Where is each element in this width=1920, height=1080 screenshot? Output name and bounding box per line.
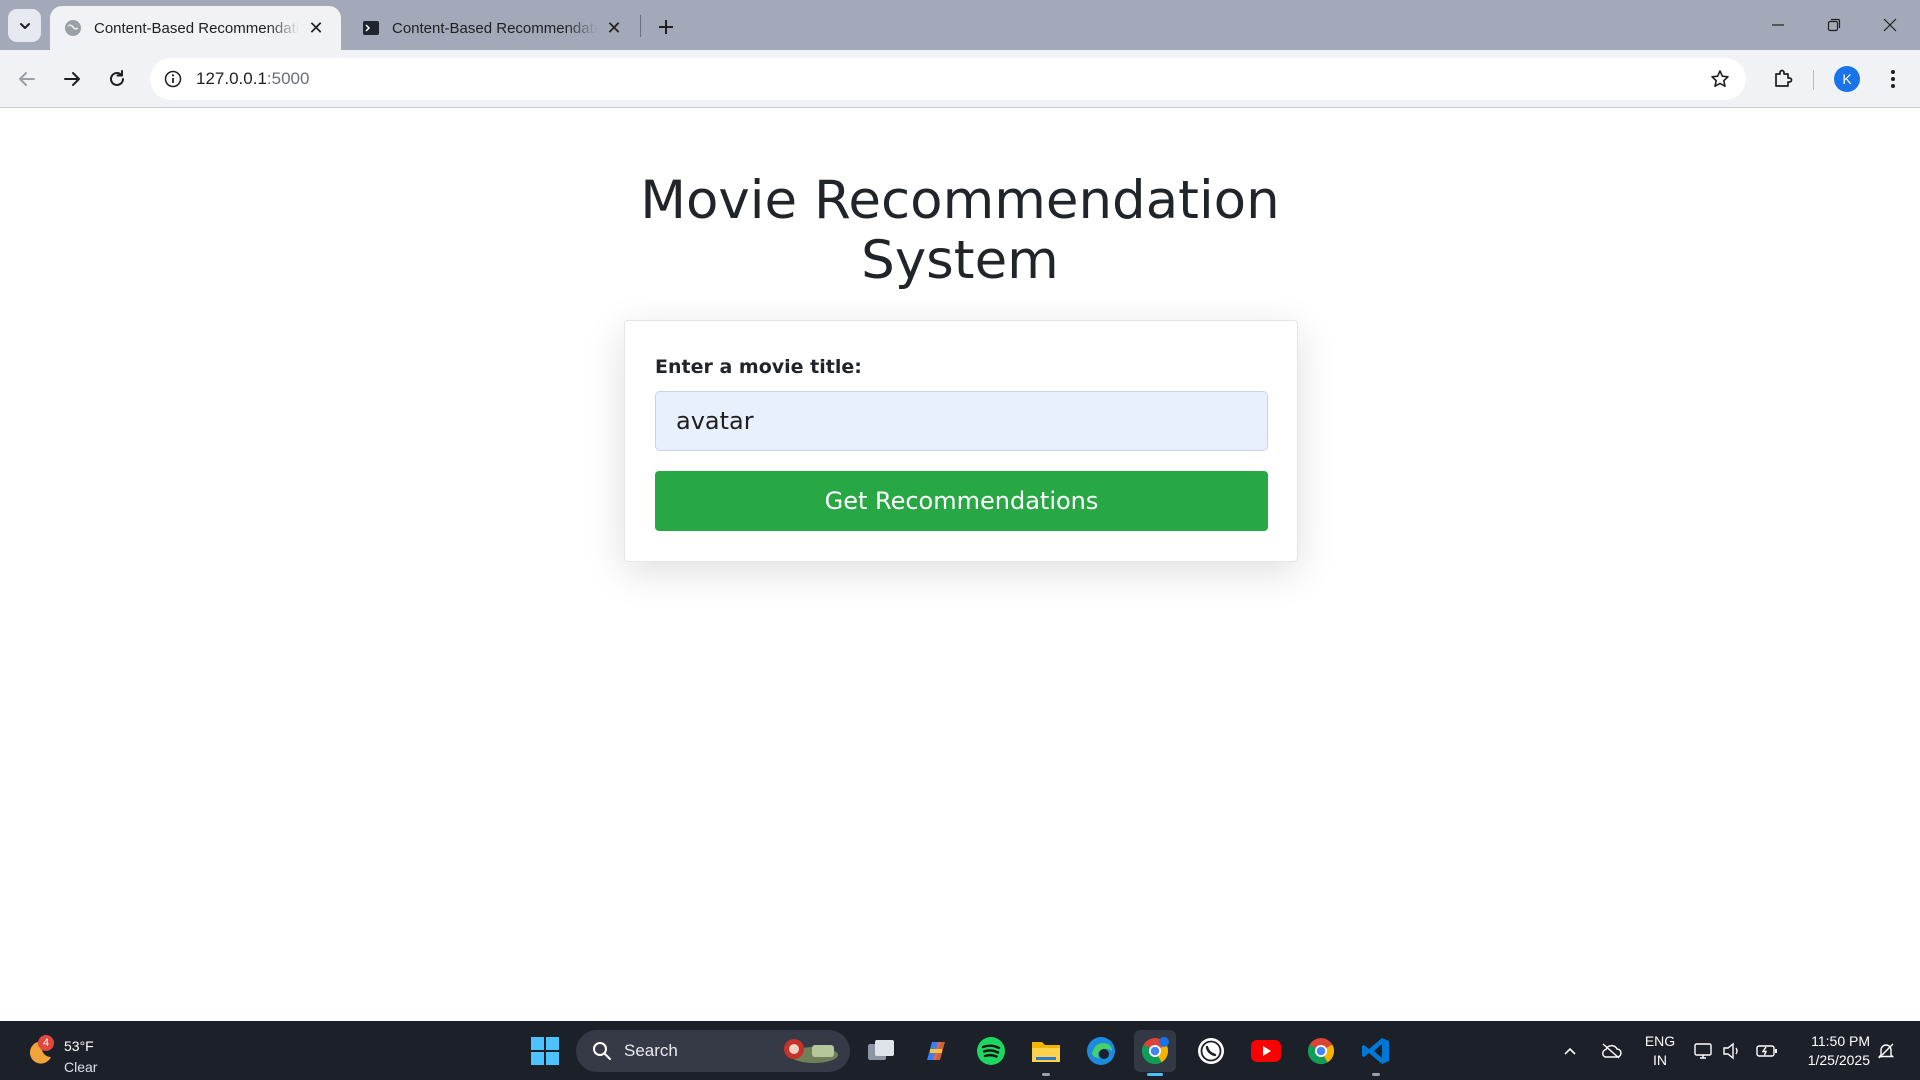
get-recommendations-button[interactable]: Get Recommendations	[655, 471, 1268, 531]
system-clock[interactable]: 11:50 PM 1/25/2025	[1790, 1032, 1870, 1070]
search-label: Search	[624, 1041, 678, 1060]
more-vertical-icon	[1891, 70, 1895, 88]
windows-taskbar: 4 53°F Clear Search ENG IN 11:50 PM 1/25…	[0, 1021, 1920, 1080]
network-icon[interactable]	[1692, 1030, 1716, 1072]
tab-close-icon[interactable]: ✕	[603, 17, 625, 39]
reload-button[interactable]	[100, 62, 134, 96]
browser-tab-strip: Content-Based Recommendation System ✕ Co…	[0, 0, 1920, 50]
close-window-button[interactable]	[1862, 0, 1918, 50]
browser-menu-button[interactable]	[1876, 62, 1910, 96]
chevron-down-icon	[19, 22, 30, 29]
profile-avatar[interactable]: K	[1834, 66, 1860, 92]
tab-search-button[interactable]	[8, 9, 41, 42]
globe-icon	[64, 19, 82, 37]
running-indicator	[1372, 1073, 1380, 1076]
tab-title: Content-Based Recommendation System	[94, 19, 299, 37]
back-button[interactable]	[10, 62, 44, 96]
new-tab-button[interactable]	[652, 13, 680, 41]
recommendation-form-card: Enter a movie title: Get Recommendations	[624, 320, 1298, 562]
chevron-up-icon	[1564, 1047, 1576, 1055]
minimize-icon	[1772, 24, 1784, 26]
weather-badge: 4	[38, 1035, 54, 1051]
show-hidden-icons-button[interactable]	[1558, 1030, 1582, 1072]
windows-start-icon[interactable]	[524, 1030, 566, 1072]
language-region: IN	[1653, 1052, 1667, 1068]
file-explorer-icon[interactable]	[1025, 1030, 1067, 1076]
vscode-icon[interactable]	[1355, 1030, 1397, 1076]
chrome-profile-icon[interactable]	[1134, 1030, 1176, 1076]
address-host: 127.0.0.1	[196, 69, 267, 88]
edge-icon[interactable]	[1080, 1030, 1122, 1072]
terminal-icon	[362, 19, 380, 37]
clock-date: 1/25/2025	[1807, 1052, 1870, 1068]
input-language-indicator[interactable]: ENG IN	[1642, 1032, 1678, 1070]
site-info-icon[interactable]	[160, 66, 186, 92]
minimize-button[interactable]	[1750, 0, 1806, 50]
taskbar-search[interactable]: Search	[576, 1030, 850, 1072]
task-view-icon[interactable]	[860, 1030, 902, 1072]
volume-icon[interactable]	[1720, 1030, 1744, 1072]
tab-active[interactable]: Content-Based Recommendation System ✕	[50, 6, 341, 50]
onedrive-offline-icon[interactable]	[1598, 1030, 1624, 1072]
tab-close-icon[interactable]: ✕	[305, 17, 327, 39]
weather-temperature: 53°F	[64, 1038, 94, 1054]
youtube-icon[interactable]	[1245, 1030, 1287, 1072]
reload-icon	[110, 70, 124, 86]
address-url: 127.0.0.1:5000	[196, 69, 309, 89]
browser-toolbar: 127.0.0.1:5000 K	[0, 50, 1920, 108]
search-icon	[593, 1042, 611, 1060]
close-icon	[1883, 18, 1897, 32]
restore-button[interactable]	[1806, 0, 1862, 50]
spotify-icon[interactable]	[970, 1030, 1012, 1072]
weather-condition: Clear	[64, 1059, 98, 1075]
whatsapp-icon[interactable]	[1190, 1030, 1232, 1072]
tab-inactive[interactable]: Content-Based Recommendation System ✕	[348, 6, 639, 50]
tab-title: Content-Based Recommendation System	[392, 19, 597, 37]
search-highlight-icon	[784, 1039, 838, 1063]
arrow-right-icon	[64, 72, 80, 86]
weather-widget[interactable]: 4 53°F Clear	[22, 1029, 142, 1075]
notifications-icon[interactable]	[1874, 1030, 1898, 1072]
page-title: Movie Recommendation System	[640, 170, 1280, 291]
arrow-left-icon	[19, 72, 35, 86]
extensions-button[interactable]	[1766, 62, 1800, 96]
battery-icon[interactable]	[1754, 1030, 1780, 1072]
address-port: :5000	[266, 69, 310, 88]
running-indicator	[1147, 1073, 1163, 1076]
toolbar-separator	[1813, 70, 1814, 90]
puzzle-piece-icon	[1775, 69, 1793, 87]
plus-icon	[659, 20, 673, 34]
bookmark-star-icon[interactable]	[1708, 67, 1732, 91]
tab-separator	[640, 15, 641, 37]
movie-title-label: Enter a movie title:	[655, 356, 862, 378]
running-indicator	[1042, 1073, 1050, 1076]
address-bar[interactable]: 127.0.0.1:5000	[150, 58, 1746, 100]
forward-button[interactable]	[55, 62, 89, 96]
language-code: ENG	[1644, 1033, 1676, 1049]
restore-icon	[1827, 18, 1841, 32]
movie-title-input[interactable]	[655, 391, 1268, 451]
copilot-icon[interactable]	[915, 1030, 957, 1072]
clock-time: 11:50 PM	[1811, 1033, 1870, 1049]
chrome-icon[interactable]	[1300, 1030, 1342, 1072]
web-page: Movie Recommendation System Enter a movi…	[0, 109, 1920, 1021]
